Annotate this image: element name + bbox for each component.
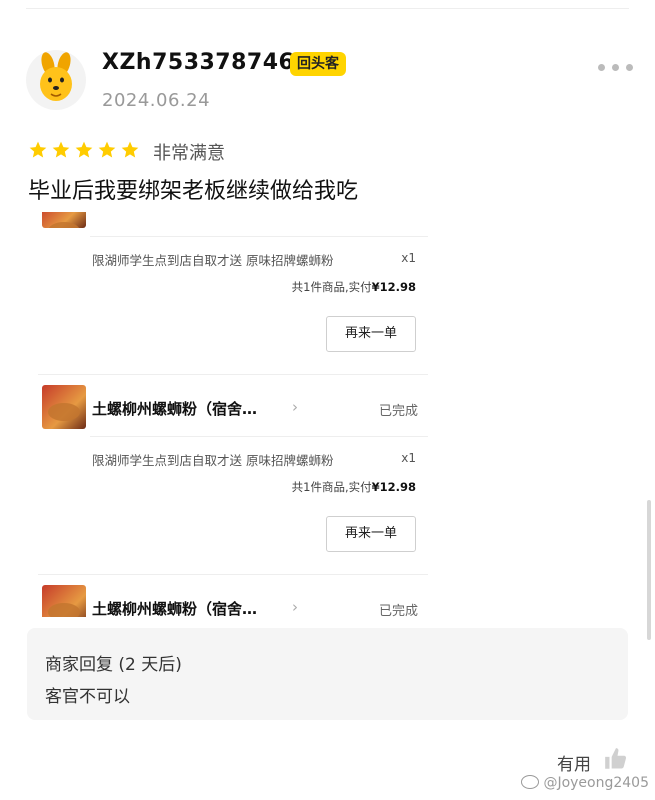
more-options-icon[interactable] — [598, 64, 633, 71]
summary-text: 共1件商品,实付 — [291, 280, 372, 294]
star-icon — [52, 141, 70, 158]
merchant-reply: 商家回复 (2 天后) 客官不可以 — [27, 628, 628, 720]
reorder-button[interactable]: 再来一单 — [326, 516, 416, 552]
order-summary: 共1件商品,实付¥12.98 — [292, 479, 416, 495]
divider — [90, 436, 428, 437]
item-quantity: x1 — [401, 251, 416, 265]
order-status: 已完成 — [378, 404, 418, 419]
returning-customer-badge: 回头客 — [290, 52, 346, 76]
order-summary: 共1件商品,实付¥12.98 — [292, 279, 416, 295]
order-thumbnail — [42, 585, 86, 617]
useful-label[interactable]: 有用 — [557, 750, 591, 775]
order-screenshot: 限湖师学生点到店自取才送 原味招牌螺蛳粉 x1 共1件商品,实付¥12.98 再… — [38, 212, 428, 617]
divider — [90, 236, 428, 237]
dot — [612, 64, 619, 71]
item-quantity: x1 — [401, 451, 416, 465]
scrollbar[interactable] — [647, 500, 651, 640]
avatar[interactable] — [26, 50, 86, 110]
watermark: @Joyeong2405 — [521, 775, 649, 791]
top-divider — [26, 8, 629, 9]
merchant-reply-text: 客官不可以 — [45, 687, 130, 707]
review-text: 毕业后我要绑架老板继续做给我吃 — [28, 179, 359, 204]
order-price: ¥12.98 — [371, 280, 416, 294]
item-description: 限湖师学生点到店自取才送 原味招牌螺蛳粉 — [92, 253, 334, 268]
chevron-right-icon[interactable]: › — [292, 398, 298, 416]
thumbs-up-icon[interactable] — [603, 746, 629, 772]
dog-mascot-icon — [40, 52, 72, 101]
weibo-logo-icon — [521, 775, 540, 789]
order-status: 已完成 — [378, 604, 418, 617]
username[interactable]: XZh753378746 — [102, 50, 294, 75]
reorder-button[interactable]: 再来一单 — [326, 316, 416, 352]
watermark-text: @Joyeong2405 — [543, 775, 649, 791]
divider — [38, 574, 428, 575]
item-description: 限湖师学生点到店自取才送 原味招牌螺蛳粉 — [92, 453, 334, 468]
star-icon — [98, 141, 116, 158]
review-date: 2024.06.24 — [102, 90, 211, 111]
order-price: ¥12.98 — [371, 480, 416, 494]
dot — [598, 64, 605, 71]
star-icon — [29, 141, 47, 158]
store-name[interactable]: 土螺柳州螺蛳粉（宿舍… — [92, 598, 257, 617]
summary-text: 共1件商品,实付 — [291, 480, 372, 494]
star-icon — [75, 141, 93, 158]
rating-label: 非常满意 — [153, 143, 225, 164]
star-icon — [121, 141, 139, 158]
store-name[interactable]: 土螺柳州螺蛳粉（宿舍… — [92, 398, 257, 419]
star-rating — [28, 140, 140, 160]
dot — [626, 64, 633, 71]
order-thumbnail — [42, 385, 86, 429]
chevron-right-icon[interactable]: › — [292, 598, 298, 616]
merchant-reply-title: 商家回复 (2 天后) — [45, 655, 182, 675]
divider — [38, 374, 428, 375]
order-thumbnail — [42, 212, 86, 228]
